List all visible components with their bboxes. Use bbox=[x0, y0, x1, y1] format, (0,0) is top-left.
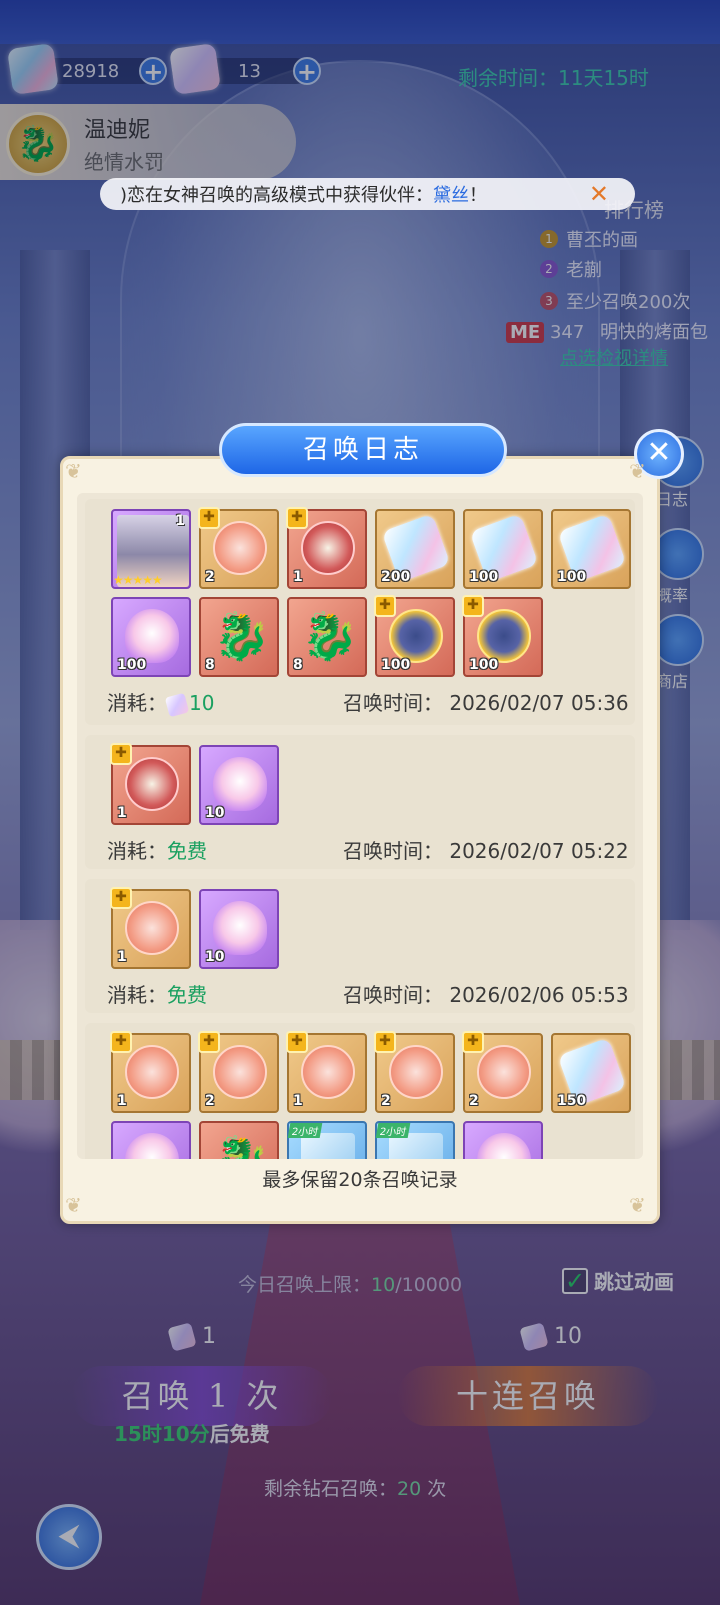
partner-shard-icon bbox=[125, 901, 179, 955]
item-quantity: 2 bbox=[469, 1093, 479, 1109]
item-quantity: 1 bbox=[117, 1093, 127, 1109]
corner-ornament-icon: ❦ bbox=[65, 459, 82, 483]
puzzle-piece-icon: ✚ bbox=[374, 595, 396, 617]
reward-item[interactable]: ✚ 2 bbox=[374, 1031, 455, 1113]
item-quantity: 1 bbox=[117, 805, 127, 821]
reward-item[interactable]: 150 bbox=[551, 1033, 631, 1113]
puzzle-piece-icon: ✚ bbox=[374, 1031, 396, 1053]
duration-tag: 2小时 bbox=[287, 1123, 323, 1138]
reward-item[interactable]: 100 bbox=[111, 597, 191, 677]
dragon-icon: 🐉 bbox=[213, 1133, 270, 1159]
heart-crystal-icon bbox=[125, 1133, 179, 1159]
partner-shard-icon bbox=[477, 1045, 531, 1099]
item-quantity: 10 bbox=[205, 949, 225, 965]
partner-shard-icon bbox=[125, 1045, 179, 1099]
reward-item[interactable]: ✚ 2 bbox=[462, 1031, 543, 1113]
reward-item[interactable]: 🐉 bbox=[199, 1121, 279, 1159]
item-quantity: 1 bbox=[117, 949, 127, 965]
heart-crystal-icon bbox=[477, 1133, 531, 1159]
item-quantity: 2 bbox=[205, 1093, 215, 1109]
partner-name: 黛丝 bbox=[433, 185, 470, 206]
puzzle-piece-icon: ✚ bbox=[462, 1031, 484, 1053]
item-quantity: 150 bbox=[557, 1093, 587, 1109]
summon-record: ★★★★★ 1 ✚ 2 ✚ 1 200 100 100 100 🐉 8 🐉 8 ✚ 100 ✚ 100 消耗： 10… bbox=[85, 499, 635, 725]
puzzle-piece-icon: ✚ bbox=[110, 1031, 132, 1053]
dialog-title: 召唤日志 bbox=[219, 423, 507, 477]
summon-log-dialog: 召唤日志 ✕ ❦ ❦ ❦ ❦ ★★★★★ 1 ✚ 2 ✚ 1 200 100 100 100 🐉 8 🐉… bbox=[60, 423, 684, 1224]
reward-item[interactable]: ✚ 100 bbox=[462, 595, 543, 677]
puzzle-piece-icon: ✚ bbox=[198, 1031, 220, 1053]
summon-record: ✚1✚2✚1✚2✚2150🐉2小时2小时 bbox=[85, 1023, 635, 1159]
summon-record: ✚ 1 10 消耗：免费 召唤时间： 2026/02/06 05:53 bbox=[85, 879, 635, 1013]
heart-crystal-icon bbox=[125, 609, 179, 663]
puzzle-piece-icon: ✚ bbox=[286, 507, 308, 529]
dragon-icon: 🐉 bbox=[301, 609, 359, 663]
close-marquee-icon[interactable]: ✕ bbox=[589, 180, 609, 208]
item-quantity: 2 bbox=[381, 1093, 391, 1109]
partner-shard-icon bbox=[301, 1045, 355, 1099]
reward-item[interactable]: ✚ 1 bbox=[286, 507, 367, 589]
puzzle-piece-icon: ✚ bbox=[110, 887, 132, 909]
item-quantity: 100 bbox=[469, 569, 499, 585]
partner-shard-icon bbox=[389, 609, 443, 663]
reward-item[interactable]: 2小时 bbox=[287, 1121, 367, 1159]
item-quantity: 10 bbox=[205, 805, 225, 821]
reward-item[interactable]: 10 bbox=[199, 889, 279, 969]
reward-item[interactable]: 200 bbox=[375, 509, 455, 589]
reward-item[interactable]: 2小时 bbox=[375, 1121, 455, 1159]
puzzle-piece-icon: ✚ bbox=[286, 1031, 308, 1053]
reward-item[interactable]: ✚ 1 bbox=[110, 743, 191, 825]
heart-crystal-icon bbox=[213, 757, 267, 811]
partner-shard-icon bbox=[125, 757, 179, 811]
reward-item[interactable]: 🐉 8 bbox=[199, 597, 279, 677]
reward-item[interactable]: ✚ 1 bbox=[286, 1031, 367, 1113]
item-quantity: 1 bbox=[293, 569, 303, 585]
summon-log-list[interactable]: ★★★★★ 1 ✚ 2 ✚ 1 200 100 100 100 🐉 8 🐉 8 ✚ 100 ✚ 100 消耗： 10… bbox=[77, 493, 643, 1159]
reward-item[interactable]: ★★★★★ 1 bbox=[111, 509, 191, 589]
item-quantity: 1 bbox=[175, 513, 185, 529]
reward-item[interactable]: 10 bbox=[199, 745, 279, 825]
corner-ornament-icon: ❦ bbox=[629, 459, 646, 483]
puzzle-piece-icon: ✚ bbox=[110, 743, 132, 765]
reward-item[interactable]: ✚ 2 bbox=[198, 1031, 279, 1113]
partner-shard-icon bbox=[301, 521, 355, 575]
reward-item[interactable] bbox=[463, 1121, 543, 1159]
item-quantity: 8 bbox=[293, 657, 303, 673]
ticket-icon bbox=[164, 692, 190, 717]
partner-shard-icon bbox=[389, 1045, 443, 1099]
item-quantity: 100 bbox=[381, 657, 411, 673]
partner-shard-icon bbox=[477, 609, 531, 663]
item-quantity: 1 bbox=[293, 1093, 303, 1109]
puzzle-piece-icon: ✚ bbox=[198, 507, 220, 529]
partner-shard-icon bbox=[213, 521, 267, 575]
reward-item[interactable]: ✚ 2 bbox=[198, 507, 279, 589]
reward-item[interactable]: ✚ 100 bbox=[374, 595, 455, 677]
summon-record: ✚ 1 10 消耗：免费 召唤时间： 2026/02/07 05:22 bbox=[85, 735, 635, 869]
item-quantity: 200 bbox=[381, 569, 411, 585]
announcement-marquee: )恋在女神召唤的高级模式中获得伙伴： 黛丝！ ✕ bbox=[100, 178, 635, 210]
star-rating: ★★★★★ bbox=[113, 573, 163, 587]
reward-item[interactable]: ✚ 1 bbox=[110, 887, 191, 969]
partner-shard-icon bbox=[213, 1045, 267, 1099]
corner-ornament-icon: ❦ bbox=[629, 1193, 646, 1217]
item-quantity: 100 bbox=[117, 657, 147, 673]
item-quantity: 8 bbox=[205, 657, 215, 673]
corner-ornament-icon: ❦ bbox=[65, 1193, 82, 1217]
reward-item[interactable] bbox=[111, 1121, 191, 1159]
reward-item[interactable]: 100 bbox=[463, 509, 543, 589]
log-footer-note: 最多保留20条召唤记录 bbox=[262, 1169, 458, 1191]
dragon-icon: 🐉 bbox=[213, 609, 271, 663]
reward-item[interactable]: 100 bbox=[551, 509, 631, 589]
item-quantity: 2 bbox=[205, 569, 215, 585]
heart-crystal-icon bbox=[213, 901, 267, 955]
item-quantity: 100 bbox=[557, 569, 587, 585]
reward-item[interactable]: ✚ 1 bbox=[110, 1031, 191, 1113]
puzzle-piece-icon: ✚ bbox=[462, 595, 484, 617]
reward-item[interactable]: 🐉 8 bbox=[287, 597, 367, 677]
item-quantity: 100 bbox=[469, 657, 499, 673]
duration-tag: 2小时 bbox=[375, 1123, 411, 1138]
